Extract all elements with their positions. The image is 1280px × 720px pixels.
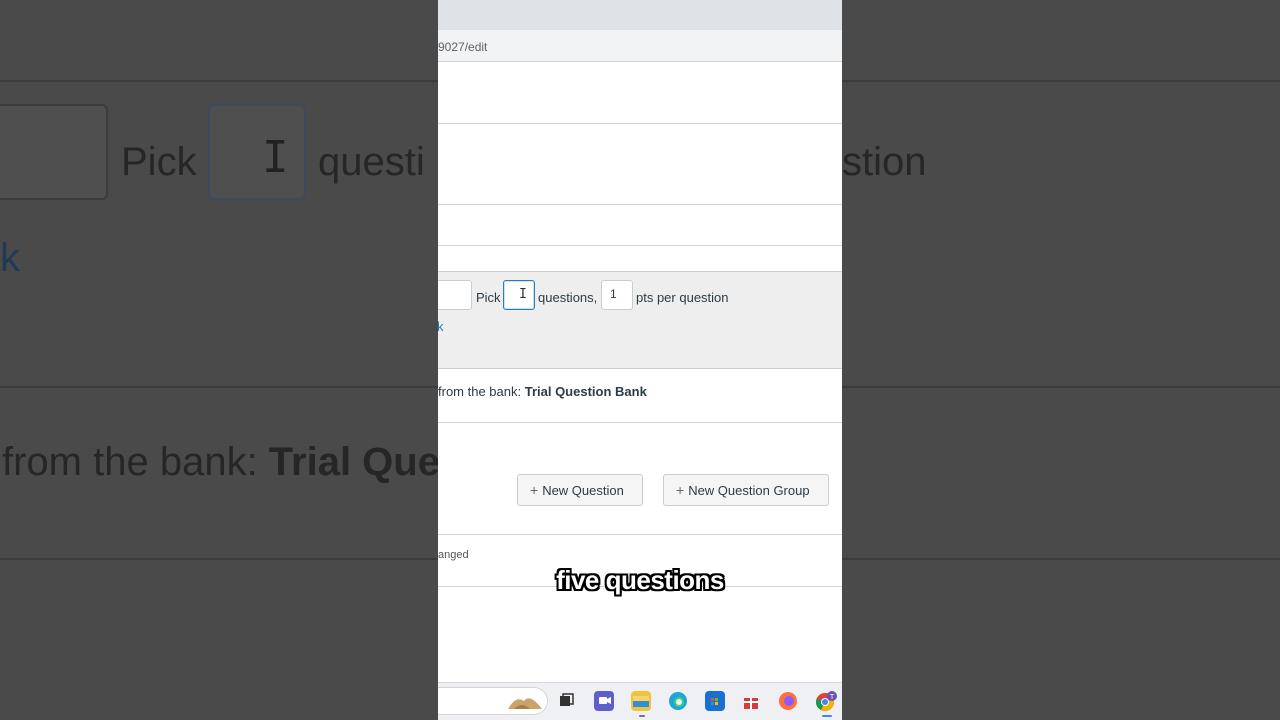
- pts-per-question-label: pts per question: [636, 290, 729, 305]
- task-view-icon[interactable]: [556, 691, 576, 711]
- plus-icon: +: [530, 482, 539, 498]
- points-input[interactable]: 1: [601, 280, 633, 310]
- new-question-button[interactable]: + New Question: [517, 474, 643, 506]
- divider: [438, 422, 842, 423]
- bank-prefix: from the bank:: [438, 384, 525, 399]
- new-question-label: New Question: [542, 483, 624, 498]
- bg-pick-input: [208, 104, 306, 200]
- running-indicator: [639, 715, 645, 717]
- edge-icon[interactable]: [668, 691, 688, 711]
- bank-source-text: from the bank: Trial Question Bank: [438, 384, 647, 399]
- divider: [438, 123, 842, 124]
- file-explorer-icon[interactable]: [631, 691, 651, 711]
- store-icon[interactable]: [705, 691, 725, 711]
- url-text: 9027/edit: [438, 40, 488, 54]
- bg-pick-label: Pick: [121, 140, 197, 184]
- chrome-badge: T: [829, 693, 835, 701]
- firefox-icon[interactable]: [778, 691, 798, 711]
- group-name-input[interactable]: [438, 280, 472, 310]
- chat-icon[interactable]: [594, 691, 614, 711]
- divider: [438, 534, 842, 535]
- video-caption: five questions: [556, 565, 724, 595]
- browser-window: 9027/edit Pick I questions, 1 pts per qu…: [438, 0, 842, 720]
- plus-icon: +: [676, 482, 685, 498]
- gift-icon[interactable]: [741, 691, 761, 711]
- taskbar: T: [438, 682, 842, 720]
- bg-link-fragment: k: [0, 236, 20, 280]
- bank-name: Trial Question Bank: [524, 384, 647, 399]
- divider: [438, 204, 842, 205]
- running-indicator: [822, 715, 832, 717]
- bg-questions-label: questi: [318, 140, 425, 184]
- questions-label: questions,: [538, 290, 598, 305]
- new-question-group-button[interactable]: + New Question Group: [663, 474, 829, 506]
- bg-text-cursor-icon: I: [262, 132, 289, 183]
- status-text: anged: [438, 549, 469, 561]
- bg-input-left: [0, 104, 108, 200]
- bg-bank-label: from the bank: Trial Que: [2, 440, 440, 484]
- sand-dunes-icon: [506, 691, 544, 711]
- divider: [438, 245, 842, 246]
- new-question-group-label: New Question Group: [688, 483, 810, 498]
- address-bar[interactable]: 9027/edit: [438, 30, 842, 62]
- text-cursor-icon: I: [519, 287, 527, 302]
- bg-question-label: stion: [842, 140, 927, 184]
- link-fragment[interactable]: k: [438, 319, 444, 334]
- pick-label: Pick: [476, 290, 501, 305]
- chrome-icon[interactable]: T: [815, 691, 837, 711]
- browser-tab-strip: [438, 0, 842, 30]
- question-group-editor: Pick I questions, 1 pts per question k: [438, 271, 842, 369]
